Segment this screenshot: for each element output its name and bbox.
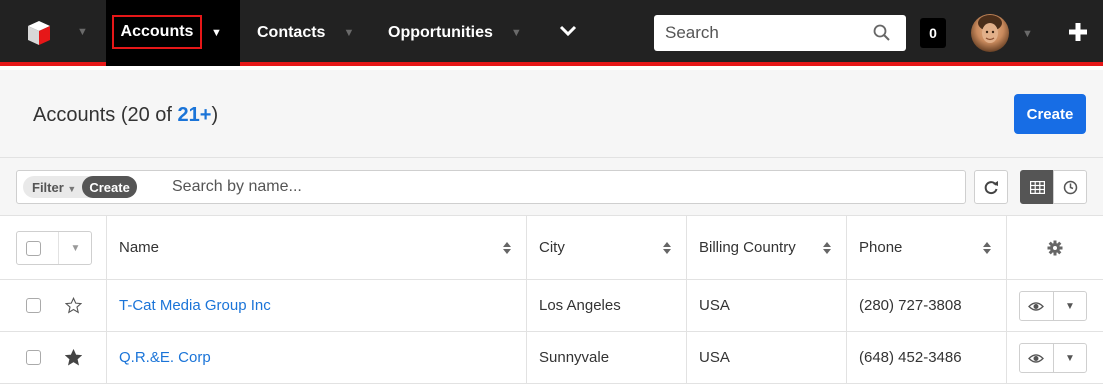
- filter-search-container: Filter ▼ Create: [16, 170, 966, 204]
- page-title: Accounts (20 of 21+): [33, 104, 218, 127]
- row-checkbox[interactable]: [26, 298, 41, 313]
- nav-tab-opportunities[interactable]: Opportunities ▼: [388, 24, 522, 42]
- sort-icon: [663, 241, 671, 254]
- preview-button[interactable]: [1020, 344, 1053, 372]
- select-all-checkbox[interactable]: [26, 241, 41, 256]
- column-header-billing-country[interactable]: Billing Country: [686, 216, 846, 279]
- row-actions-dropdown[interactable]: ▼: [1052, 292, 1086, 320]
- search-icon[interactable]: [873, 24, 891, 42]
- create-record-button[interactable]: Create: [1014, 94, 1086, 134]
- accounts-table: ▼ Name City Billing Country Phone T-Cat …: [0, 216, 1103, 384]
- caret-down-icon: ▼: [1065, 352, 1075, 364]
- cell-name: T-Cat Media Group Inc: [106, 280, 526, 331]
- accounts-highlight-box: Accounts: [112, 15, 202, 49]
- eye-icon: [1028, 353, 1045, 363]
- opportunities-menu-caret-icon[interactable]: ▼: [511, 27, 522, 39]
- column-header-phone-label: Phone: [859, 239, 903, 256]
- favorite-star-icon[interactable]: [65, 297, 82, 314]
- table-row: Q.R.&E. Corp Sunnyvale USA (648) 452-348…: [0, 332, 1103, 384]
- filter-bar: Filter ▼ Create: [0, 158, 1103, 216]
- row-actions-dropdown[interactable]: ▼: [1052, 344, 1086, 372]
- global-search-box: [654, 15, 906, 51]
- column-header-phone[interactable]: Phone: [846, 216, 1006, 279]
- clock-icon: [1063, 180, 1077, 194]
- nav-contacts-label: Contacts: [257, 24, 326, 41]
- table-row: T-Cat Media Group Inc Los Angeles USA (2…: [0, 280, 1103, 332]
- table-header-row: ▼ Name City Billing Country Phone: [0, 216, 1103, 280]
- cell-phone: (280) 727-3808: [846, 280, 1006, 331]
- cell-phone: (648) 452-3486: [846, 332, 1006, 383]
- cell-name: Q.R.&E. Corp: [106, 332, 526, 383]
- chevron-down-icon: [559, 25, 577, 37]
- top-navigation-bar: ▼ Accounts ▼ Contacts ▼ Opportunities ▼ …: [0, 0, 1103, 66]
- mass-actions-caret-icon[interactable]: ▼: [58, 232, 92, 264]
- list-view-toggle[interactable]: [1020, 170, 1054, 204]
- select-column-header: ▼: [0, 216, 106, 279]
- logo-menu-caret-icon: ▼: [77, 26, 88, 38]
- row-checkbox[interactable]: [26, 350, 41, 365]
- mass-select-control: ▼: [16, 231, 92, 265]
- notifications-badge[interactable]: 0: [920, 18, 946, 48]
- contacts-menu-caret-icon[interactable]: ▼: [343, 27, 354, 39]
- nav-tab-accounts[interactable]: Accounts ▼: [106, 0, 240, 66]
- cell-city: Los Angeles: [526, 280, 686, 331]
- plus-icon: [1069, 23, 1087, 41]
- quick-create-button[interactable]: [1068, 22, 1088, 42]
- cell-billing-country: USA: [686, 332, 846, 383]
- page-title-prefix: Accounts (20 of: [33, 104, 178, 126]
- phone-value: (648) 452-3486: [859, 349, 962, 366]
- city-value: Los Angeles: [539, 297, 621, 314]
- total-count-link[interactable]: 21+: [178, 104, 212, 126]
- user-menu-caret-icon[interactable]: ▼: [1022, 28, 1033, 40]
- home-logo-button[interactable]: ▼: [26, 18, 88, 48]
- page-title-suffix: ): [211, 104, 219, 126]
- cell-billing-country: USA: [686, 280, 846, 331]
- avatar[interactable]: [971, 14, 1009, 52]
- search-by-name-input[interactable]: [172, 171, 872, 203]
- account-name-link[interactable]: T-Cat Media Group Inc: [119, 297, 271, 314]
- more-modules-button[interactable]: [559, 24, 577, 38]
- column-header-name-label: Name: [119, 239, 160, 256]
- account-name-link[interactable]: Q.R.&E. Corp: [119, 349, 211, 366]
- row-select-cell: [0, 280, 106, 331]
- nav-accounts-label: Accounts: [120, 23, 194, 40]
- column-header-city-label: City: [539, 239, 565, 256]
- sort-icon: [503, 241, 511, 254]
- eye-icon: [1028, 301, 1045, 311]
- user-photo-icon: [978, 15, 1002, 43]
- sugar-cube-icon: [28, 21, 50, 45]
- row-actions: ▼: [1019, 343, 1087, 373]
- nav-tab-contacts[interactable]: Contacts ▼: [257, 24, 354, 42]
- cell-city: Sunnyvale: [526, 332, 686, 383]
- global-search-input[interactable]: [654, 23, 864, 43]
- table-view-icon: [1029, 180, 1045, 194]
- filter-label: Filter ▼: [32, 179, 77, 195]
- refresh-button[interactable]: [974, 170, 1008, 204]
- row-actions: ▼: [1019, 291, 1087, 321]
- filter-create-button[interactable]: Create: [82, 176, 137, 198]
- refresh-icon: [984, 181, 998, 195]
- phone-value: (280) 727-3808: [859, 297, 962, 314]
- column-settings-header: [1006, 216, 1103, 279]
- list-header: Accounts (20 of 21+) Create: [0, 70, 1103, 158]
- column-header-name[interactable]: Name: [106, 216, 526, 279]
- activity-stream-toggle[interactable]: [1053, 170, 1087, 204]
- notification-count: 0: [929, 25, 937, 41]
- sort-icon: [983, 241, 991, 254]
- sort-icon: [823, 241, 831, 254]
- nav-opportunities-label: Opportunities: [388, 24, 493, 41]
- gear-icon[interactable]: [1047, 240, 1063, 256]
- column-header-city[interactable]: City: [526, 216, 686, 279]
- preview-button[interactable]: [1020, 292, 1053, 320]
- filter-dropdown[interactable]: Filter ▼ Create: [23, 176, 137, 198]
- billing-country-value: USA: [699, 349, 730, 366]
- city-value: Sunnyvale: [539, 349, 610, 366]
- row-select-cell: [0, 332, 106, 383]
- caret-down-icon: ▼: [1065, 300, 1075, 312]
- accounts-menu-caret-icon[interactable]: ▼: [211, 27, 222, 39]
- column-header-billing-country-label: Billing Country: [699, 239, 796, 256]
- billing-country-value: USA: [699, 297, 730, 314]
- favorite-star-filled-icon[interactable]: [65, 349, 82, 366]
